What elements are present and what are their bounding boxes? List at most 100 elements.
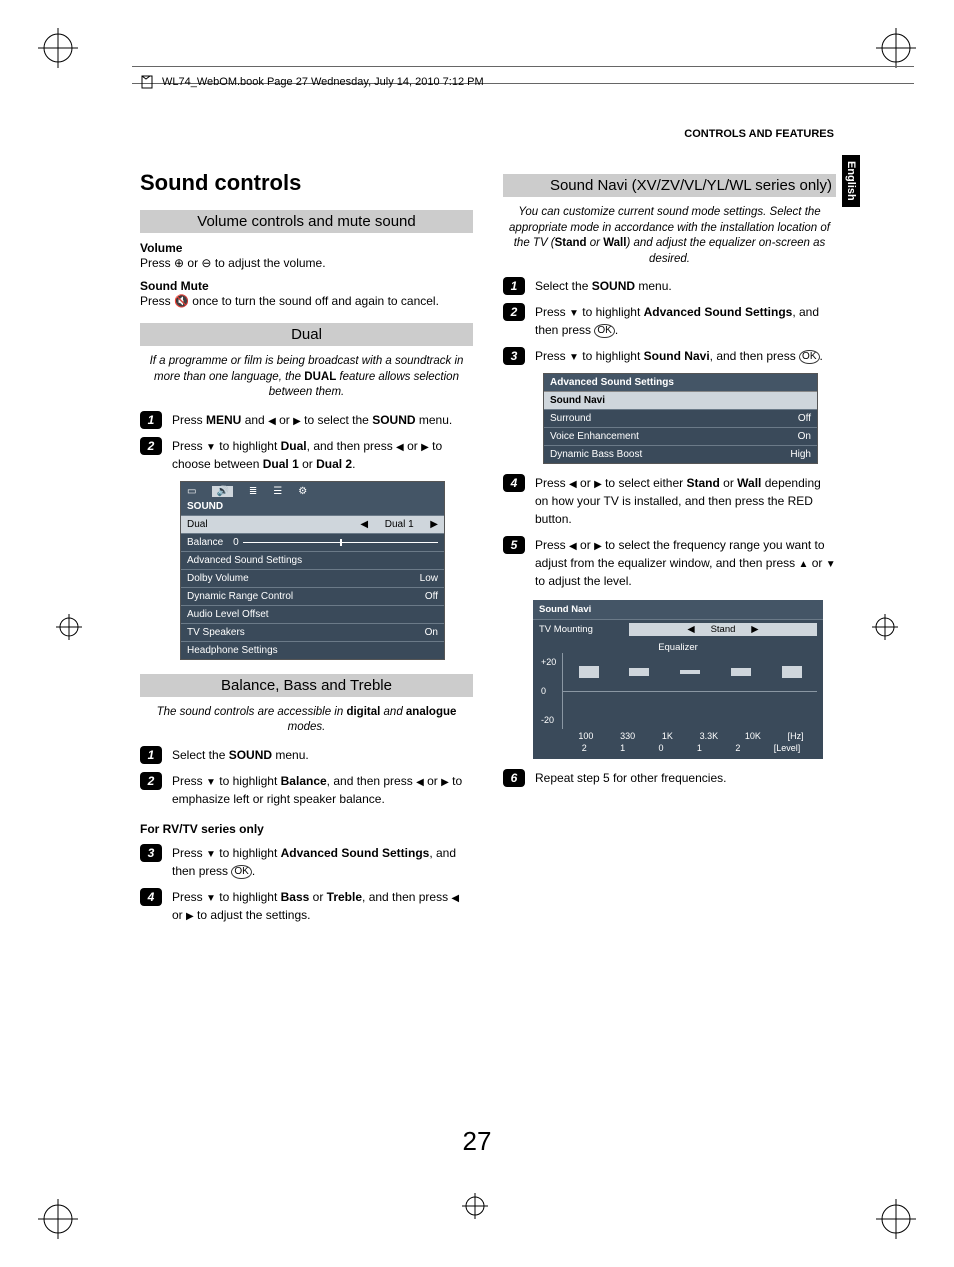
eq-mount-row: TV Mounting ◀ Stand ▶	[533, 619, 823, 639]
navi-header: Sound Navi (XV/ZV/VL/YL/WL series only)	[503, 174, 836, 197]
dual-step1: 1 Press MENU and ◀ or ▶ to select the SO…	[140, 411, 473, 429]
equalizer-panel: Sound Navi TV Mounting ◀ Stand ▶ Equaliz…	[533, 600, 823, 759]
step-badge-1: 1	[140, 411, 162, 429]
cropmark-bottom-right-icon	[876, 1199, 916, 1239]
volume-text: Press ⊕ or ⊖ to adjust the volume.	[140, 255, 473, 271]
down-arrow-icon: ▼	[826, 559, 836, 570]
right-arrow-icon: ▶	[421, 442, 429, 453]
eq-bar-100	[579, 666, 599, 678]
osd-row-tvspk: TV SpeakersOn	[181, 623, 444, 641]
osd-row-dual: Dual◀ Dual 1 ▶	[181, 515, 444, 533]
dual-step2: 2 Press ▼ to highlight Dual, and then pr…	[140, 437, 473, 473]
page-number: 27	[0, 1126, 954, 1157]
book-tag-text: WL74_WebOM.book Page 27 Wednesday, July …	[162, 76, 484, 88]
step-badge-4: 4	[503, 474, 525, 492]
navi-step5: 5 Press ◀ or ▶ to select the frequency r…	[503, 536, 836, 590]
left-arrow-icon: ◀	[569, 541, 577, 552]
eq-bar-330	[629, 668, 649, 676]
book-icon	[140, 74, 156, 90]
left-arrow-icon: ◀	[569, 479, 577, 490]
eq-graph: +20 0 -20	[533, 653, 823, 729]
osd-row-alo: Audio Level Offset	[181, 605, 444, 623]
sound-tab-icon: 🔊	[212, 486, 232, 497]
language-tab: English	[842, 155, 860, 207]
step-badge-3: 3	[503, 347, 525, 365]
eq-levels: 21012[Level]	[533, 741, 823, 753]
right-arrow-icon: ▶	[186, 911, 194, 922]
eq-bar-10k	[782, 666, 802, 678]
osd-title: SOUND	[181, 499, 444, 515]
eq-title: Sound Navi	[533, 600, 823, 619]
main-title: Sound controls	[140, 170, 473, 196]
right-arrow-icon: ▶	[441, 777, 449, 788]
eq-bar-1k	[680, 670, 700, 674]
balance-step1: 1 Select the SOUND menu.	[140, 746, 473, 764]
step-badge-2: 2	[140, 772, 162, 790]
mute-icon: 🔇	[174, 294, 189, 308]
left-arrow-icon: ◀	[416, 777, 424, 788]
picture-icon: ▭	[187, 486, 196, 497]
volume-header: Volume controls and mute sound	[140, 210, 473, 233]
right-arrow-icon: ▶	[293, 416, 301, 427]
regmark-right-icon	[872, 614, 898, 643]
mute-text: Press 🔇 once to turn the sound off and a…	[140, 293, 473, 309]
balance-step3: 3 Press ▼ to highlight Advanced Sound Se…	[140, 844, 473, 880]
right-arrow-icon: ▶	[594, 541, 602, 552]
sliders-icon: ☰	[273, 486, 282, 497]
ok-button-icon: OK	[799, 350, 819, 364]
navi-intro: You can customize current sound mode set…	[503, 205, 836, 267]
eq-xaxis: 1003301K3.3K10K[Hz]	[533, 729, 823, 741]
regmark-bottom-icon	[462, 1193, 488, 1222]
down-arrow-icon: ▼	[206, 777, 216, 788]
rv-header: For RV/TV series only	[140, 822, 473, 836]
eq-bar-3k3	[731, 668, 751, 676]
ok-button-icon: OK	[594, 324, 614, 338]
osd-adv-voice: Voice EnhancementOn	[544, 427, 817, 445]
volume-label: Volume	[140, 241, 473, 255]
down-arrow-icon: ▼	[569, 352, 579, 363]
navi-step3: 3 Press ▼ to highlight Sound Navi, and t…	[503, 347, 836, 365]
navi-step1: 1 Select the SOUND menu.	[503, 277, 836, 295]
osd-sound-menu: ▭ 🔊 ≣ ☰ ⚙ SOUND Dual◀ Dual 1 ▶ Balance0 …	[180, 481, 445, 660]
step-badge-5: 5	[503, 536, 525, 554]
up-arrow-icon: ▲	[798, 559, 808, 570]
section-header: CONTROLS AND FEATURES	[684, 128, 834, 140]
right-column: Sound Navi (XV/ZV/VL/YL/WL series only) …	[503, 170, 836, 932]
down-arrow-icon: ▼	[206, 893, 216, 904]
book-header-tag: WL74_WebOM.book Page 27 Wednesday, July …	[140, 74, 484, 90]
navi-step6: 6 Repeat step 5 for other frequencies.	[503, 769, 836, 787]
balance-step2: 2 Press ▼ to highlight Balance, and then…	[140, 772, 473, 808]
dual-intro: If a programme or film is being broadcas…	[140, 354, 473, 401]
vol-up-icon: ⊕	[174, 256, 184, 270]
dual-header: Dual	[140, 323, 473, 346]
navi-step4: 4 Press ◀ or ▶ to select either Stand or…	[503, 474, 836, 528]
down-arrow-icon: ▼	[569, 308, 579, 319]
osd-adv-bass: Dynamic Bass BoostHigh	[544, 445, 817, 463]
step-badge-2: 2	[503, 303, 525, 321]
left-column: Sound controls Volume controls and mute …	[140, 170, 473, 932]
left-arrow-icon: ◀	[451, 893, 459, 904]
right-arrow-icon: ▶	[594, 479, 602, 490]
mute-label: Sound Mute	[140, 279, 473, 293]
osd-icon-row: ▭ 🔊 ≣ ☰ ⚙	[181, 482, 444, 499]
eq-mount-value: ◀ Stand ▶	[629, 623, 817, 636]
regmark-left-icon	[56, 614, 82, 643]
osd-adv-surround: SurroundOff	[544, 409, 817, 427]
step-badge-2: 2	[140, 437, 162, 455]
down-arrow-icon: ▼	[206, 849, 216, 860]
eq-yaxis: +20 0 -20	[539, 653, 562, 729]
step-badge-4: 4	[140, 888, 162, 906]
osd-adv-menu: Advanced Sound Settings Sound Navi Surro…	[543, 373, 818, 464]
ok-button-icon: OK	[231, 865, 251, 879]
eq-bars	[562, 653, 817, 729]
cropmark-top-left-icon	[38, 28, 78, 68]
step-badge-1: 1	[140, 746, 162, 764]
cropmark-bottom-left-icon	[38, 1199, 78, 1239]
step-badge-6: 6	[503, 769, 525, 787]
down-arrow-icon: ▼	[206, 442, 216, 453]
gear-icon: ⚙	[298, 486, 307, 497]
osd-row-ass: Advanced Sound Settings	[181, 551, 444, 569]
osd-row-hp: Headphone Settings	[181, 641, 444, 659]
osd-row-balance: Balance0	[181, 533, 444, 551]
step-badge-1: 1	[503, 277, 525, 295]
